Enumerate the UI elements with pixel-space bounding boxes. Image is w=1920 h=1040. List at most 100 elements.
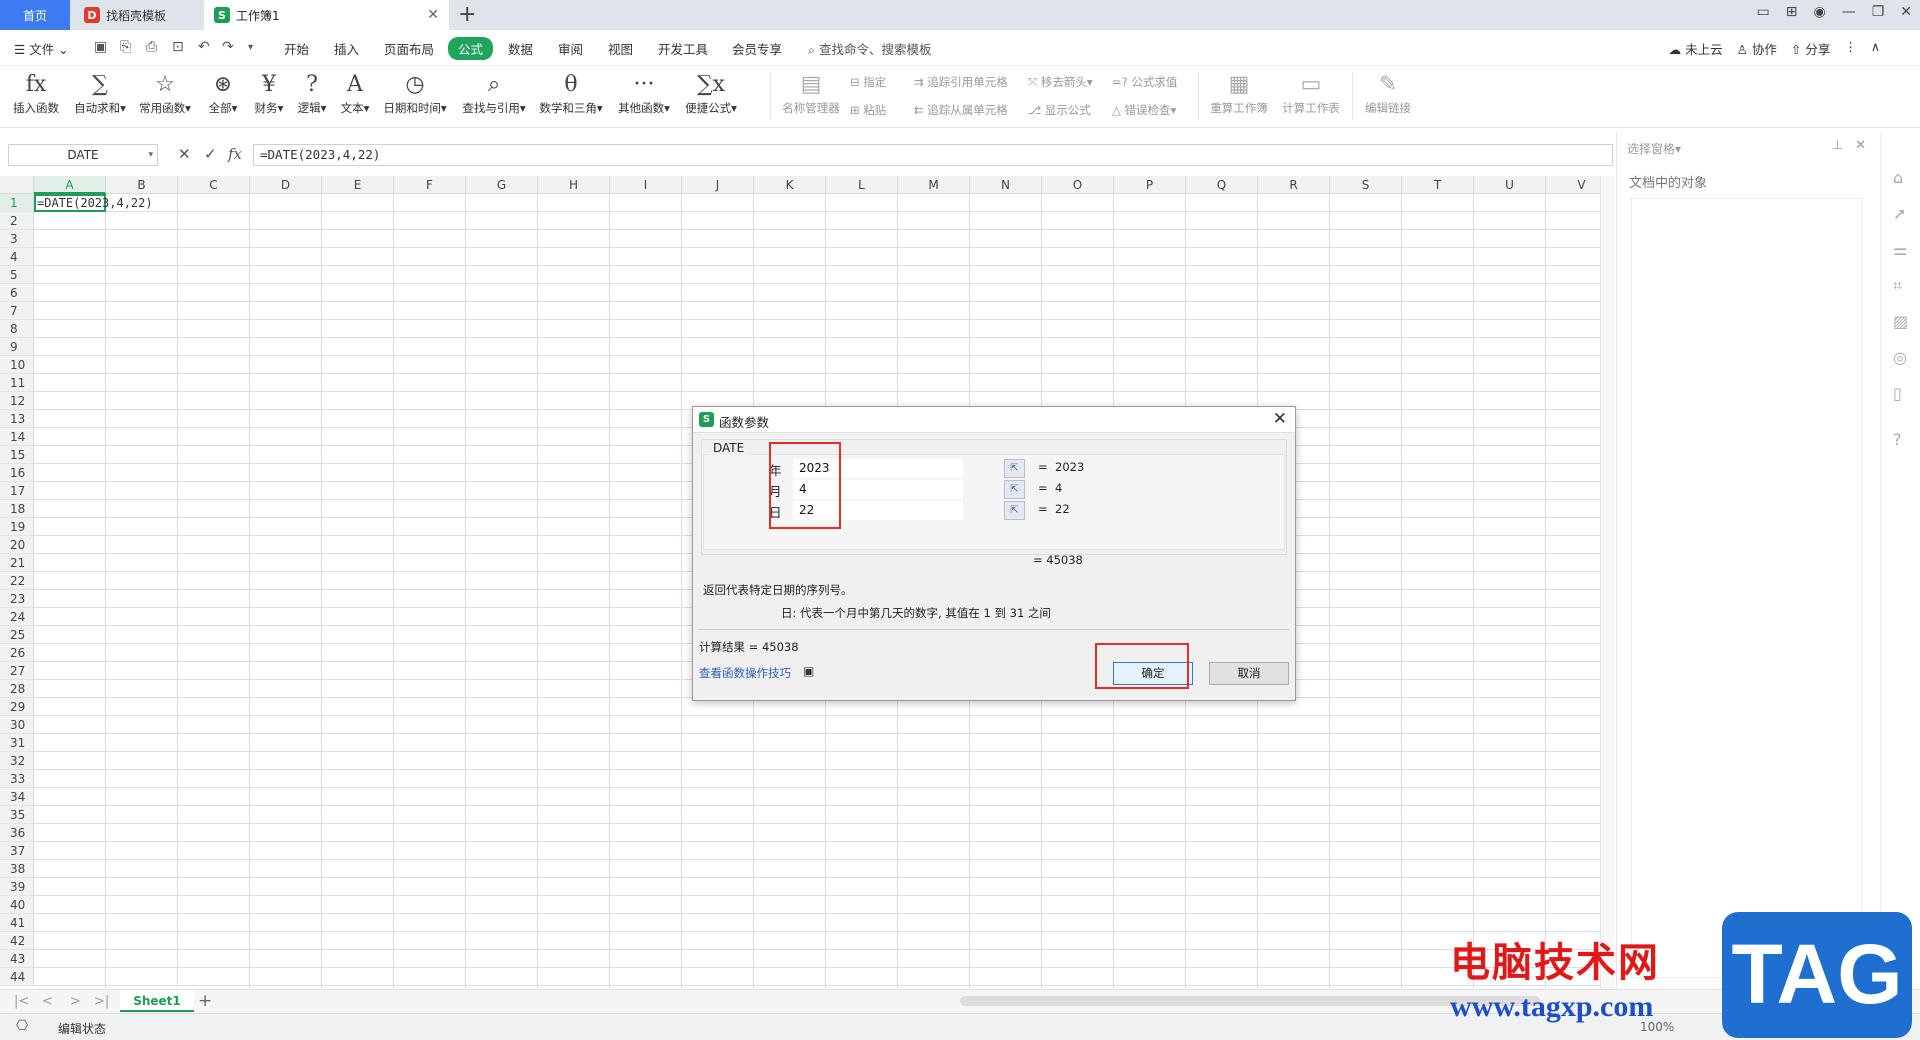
menu-file[interactable]: ☰ 文件 ⌄ [14, 39, 69, 58]
column-header-i[interactable]: I [610, 176, 682, 194]
column-header-j[interactable]: J [682, 176, 754, 194]
row-header[interactable]: 25 [0, 626, 34, 644]
column-header-n[interactable]: N [970, 176, 1042, 194]
column-header-g[interactable]: G [466, 176, 538, 194]
column-header-l[interactable]: L [826, 176, 898, 194]
menu-member[interactable]: 会员专享 [732, 39, 782, 58]
collapse-ribbon-icon[interactable]: ∧ [1871, 39, 1880, 58]
pane-title[interactable]: 选择窗格▾ [1627, 140, 1681, 157]
define-button[interactable]: ⊟ 指定 [850, 74, 886, 90]
video-icon[interactable]: ▣ [803, 664, 814, 678]
ribbon-button-1[interactable]: ∑ 自动求和▾ [70, 70, 130, 116]
column-header-c[interactable]: C [178, 176, 250, 194]
collapse-dialog-icon[interactable]: ⇱ [1004, 501, 1025, 520]
grid-apps-icon[interactable]: ⊞ [1786, 4, 1798, 20]
row-header[interactable]: 42 [0, 932, 34, 950]
trace-dependents-button[interactable]: ⇇ 追踪从属单元格 [914, 102, 1008, 118]
menu-data[interactable]: 数据 [508, 39, 533, 58]
select-all-corner[interactable] [0, 176, 34, 194]
collapse-dialog-icon[interactable]: ⇱ [1004, 459, 1025, 478]
menu-page-layout[interactable]: 页面布局 [384, 39, 434, 58]
ribbon-button-7[interactable]: ◷ 日期和时间▾ [378, 70, 452, 116]
row-header[interactable]: 29 [0, 698, 34, 716]
ribbon-button-6[interactable]: A 文本▾ [336, 70, 374, 116]
column-header-f[interactable]: F [394, 176, 466, 194]
row-header[interactable]: 7 [0, 302, 34, 320]
row-header[interactable]: 37 [0, 842, 34, 860]
tab-template[interactable]: D 找稻壳模板 [74, 0, 200, 30]
save-icon[interactable]: ▣ [94, 39, 107, 55]
name-box[interactable]: DATE ▾ [8, 144, 158, 166]
confirm-edit-icon[interactable]: ✓ [204, 145, 217, 163]
next-sheet-icon[interactable]: > [70, 994, 81, 1009]
ribbon-button-10[interactable]: ··· 其他函数▾ [612, 70, 676, 116]
objects-list[interactable] [1631, 198, 1863, 978]
cursor-icon[interactable]: ➚ [1893, 204, 1906, 223]
row-header[interactable]: 33 [0, 770, 34, 788]
quick-access-dropdown-icon[interactable]: ▾ [248, 42, 253, 53]
column-header-d[interactable]: D [250, 176, 322, 194]
menu-developer[interactable]: 开发工具 [658, 39, 708, 58]
column-header-k[interactable]: K [754, 176, 826, 194]
column-header-o[interactable]: O [1042, 176, 1114, 194]
name-manager-button[interactable]: ▤ 名称管理器 [780, 70, 842, 116]
menu-formula[interactable]: 公式 [448, 37, 494, 60]
undo-icon[interactable]: ↶ [198, 39, 210, 55]
formula-input[interactable]: =DATE(2023,4,22) [253, 144, 1613, 166]
row-header[interactable]: 26 [0, 644, 34, 662]
close-dialog-icon[interactable]: ✕ [1273, 409, 1287, 429]
last-sheet-icon[interactable]: >| [94, 994, 109, 1009]
row-header[interactable]: 5 [0, 266, 34, 284]
row-header[interactable]: 9 [0, 338, 34, 356]
column-header-v[interactable]: V [1546, 176, 1600, 194]
row-header[interactable]: 14 [0, 428, 34, 446]
ribbon-button-11[interactable]: ∑x 便捷公式▾ [680, 70, 742, 116]
ribbon-button-8[interactable]: ⌕ 查找与引用▾ [458, 70, 530, 116]
row-header[interactable]: 32 [0, 752, 34, 770]
settings-sliders-icon[interactable]: ⚌ [1893, 240, 1907, 259]
new-tab-icon[interactable]: + [458, 2, 476, 27]
preview-icon[interactable]: ⊡ [172, 39, 184, 55]
menu-view[interactable]: 视图 [608, 39, 633, 58]
row-header[interactable]: 20 [0, 536, 34, 554]
column-header-e[interactable]: E [322, 176, 394, 194]
column-header-q[interactable]: Q [1186, 176, 1258, 194]
error-check-button[interactable]: △ 错误检查▾ [1112, 102, 1176, 118]
tab-home[interactable]: 首页 [0, 0, 70, 30]
print-icon[interactable]: ⎙ [146, 39, 157, 55]
status-icon[interactable]: ⎔ [16, 1018, 28, 1034]
row-header[interactable]: 23 [0, 590, 34, 608]
row-header[interactable]: 43 [0, 950, 34, 968]
cancel-edit-icon[interactable]: ✕ [178, 145, 191, 163]
calc-sheet-button[interactable]: ▭ 计算工作表 [1278, 70, 1344, 116]
row-header[interactable]: 24 [0, 608, 34, 626]
ribbon-button-9[interactable]: θ 数学和三角▾ [536, 70, 606, 116]
close-window-icon[interactable]: ✕ [1900, 4, 1912, 20]
ribbon-button-3[interactable]: ⊛ 全部▾ [204, 70, 242, 116]
cloud-button[interactable]: ☁ 未上云 [1669, 39, 1723, 58]
minimize-icon[interactable]: — [1842, 4, 1856, 20]
collapse-dialog-icon[interactable]: ⇱ [1004, 480, 1025, 499]
share-button[interactable]: ⇧ 分享 [1791, 39, 1830, 58]
row-header[interactable]: 21 [0, 554, 34, 572]
row-header[interactable]: 17 [0, 482, 34, 500]
vertical-scrollbar[interactable] [1600, 176, 1614, 989]
tab-workbook[interactable]: S 工作簿1 ✕ [204, 0, 449, 30]
column-header-p[interactable]: P [1114, 176, 1186, 194]
cell-a1[interactable]: =DATE(2023,4,22) [34, 194, 153, 212]
shape-icon[interactable]: ⌂ [1893, 168, 1903, 187]
row-header[interactable]: 27 [0, 662, 34, 680]
book-icon[interactable]: ▯ [1893, 384, 1902, 403]
row-header[interactable]: 41 [0, 914, 34, 932]
row-header[interactable]: 2 [0, 212, 34, 230]
trace-precedents-button[interactable]: ⇉ 追踪引用单元格 [914, 74, 1008, 90]
prev-sheet-icon[interactable]: < [42, 994, 53, 1009]
row-header[interactable]: 15 [0, 446, 34, 464]
row-header[interactable]: 22 [0, 572, 34, 590]
help-icon[interactable]: ? [1893, 430, 1902, 449]
row-header[interactable]: 40 [0, 896, 34, 914]
row-header[interactable]: 1 [0, 194, 34, 212]
more-menu-icon[interactable]: ⋮ [1844, 39, 1857, 58]
row-header[interactable]: 19 [0, 518, 34, 536]
menu-review[interactable]: 审阅 [558, 39, 583, 58]
